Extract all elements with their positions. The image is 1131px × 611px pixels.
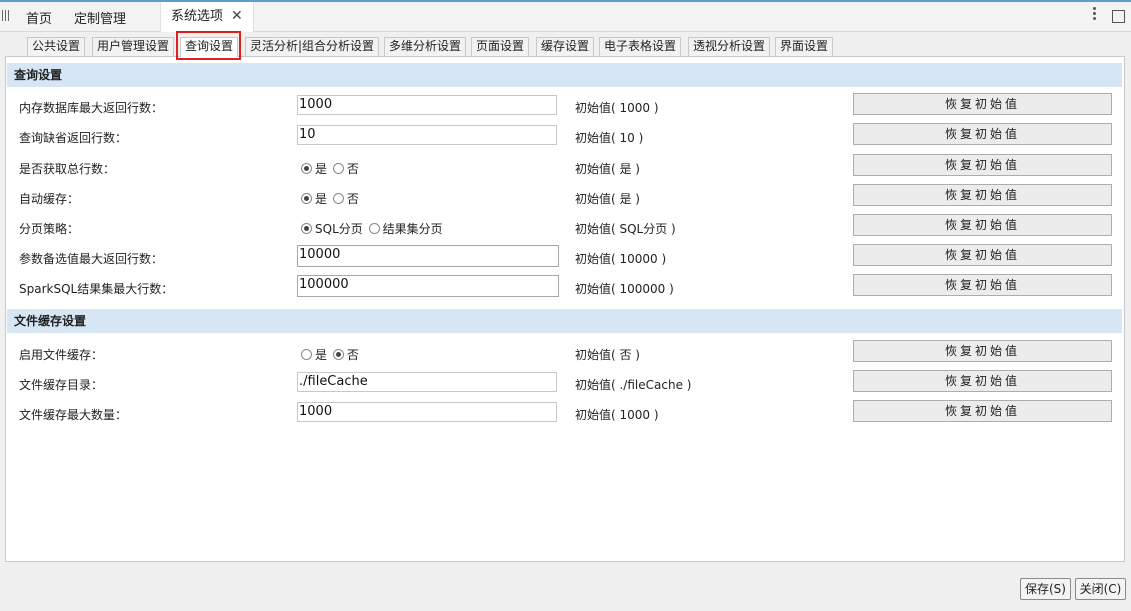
restore-default-button[interactable]: 恢复初始值	[853, 154, 1112, 176]
restore-default-button[interactable]: 恢复初始值	[853, 274, 1112, 296]
setting-label: 内存数据库最大返回行数：	[19, 101, 164, 115]
initial-value-text: 初始值( 1000 )	[575, 408, 659, 422]
restore-default-button[interactable]: 恢复初始值	[853, 123, 1112, 145]
radio-label: 结果集分页	[382, 222, 443, 236]
radio-no[interactable]	[332, 349, 344, 360]
radio-label: 是	[315, 162, 328, 176]
setting-row-memory-db-max-rows: 内存数据库最大返回行数： 1000 初始值( 1000 ) 恢复初始值	[0, 93, 1131, 119]
initial-value-text: 初始值( 100000 )	[575, 282, 674, 296]
radio-label: 是	[315, 192, 328, 206]
radio-label: 否	[346, 162, 359, 176]
radio-yes[interactable]	[301, 349, 312, 360]
initial-value-text: 初始值( 1000 )	[575, 101, 659, 115]
setting-row-get-total-rows: 是否获取总行数： 是 否 初始值( 是 ) 恢复初始值	[0, 154, 1131, 180]
radio-yes[interactable]	[301, 193, 312, 204]
setting-label: 参数备选值最大返回行数：	[19, 252, 164, 266]
sparksql-max-rows-input[interactable]: 100000	[297, 275, 559, 297]
setting-row-file-cache-dir: 文件缓存目录： ./fileCache 初始值( ./fileCache ) 恢…	[0, 370, 1131, 396]
setting-row-default-return-rows: 查询缺省返回行数： 10 初始值( 10 ) 恢复初始值	[0, 123, 1131, 149]
more-menu-icon[interactable]	[1093, 7, 1097, 23]
section-header-file-cache: 文件缓存设置	[7, 309, 1122, 333]
auto-cache-radio-group: 是 否	[301, 190, 361, 207]
radio-label: 否	[346, 192, 359, 206]
setting-row-paging-strategy: 分页策略： SQL分页 结果集分页 初始值( SQL分页 ) 恢复初始值	[0, 214, 1131, 240]
restore-default-button[interactable]: 恢复初始值	[853, 370, 1112, 392]
top-tab-bar: 首页 定制管理 系统选项 ✕	[0, 0, 1131, 32]
subtab-multidim-analysis[interactable]: 多维分析设置	[384, 37, 467, 56]
enable-file-cache-radio-group: 是 否	[301, 346, 361, 363]
section-header-query: 查询设置	[7, 63, 1122, 87]
tab-system-options[interactable]: 系统选项 ✕	[160, 2, 254, 32]
restore-default-button[interactable]: 恢复初始值	[853, 214, 1112, 236]
restore-default-button[interactable]: 恢复初始值	[853, 340, 1112, 362]
setting-label: 分页策略：	[19, 222, 80, 236]
setting-row-auto-cache: 自动缓存： 是 否 初始值( 是 ) 恢复初始值	[0, 184, 1131, 210]
setting-label: 文件缓存目录：	[19, 378, 104, 392]
tab-home[interactable]: 首页	[26, 8, 52, 27]
file-cache-max-count-input[interactable]: 1000	[297, 402, 557, 422]
get-total-rows-radio-group: 是 否	[301, 160, 361, 177]
setting-label: 是否获取总行数：	[19, 162, 116, 176]
initial-value-text: 初始值( 10 )	[575, 131, 644, 145]
radio-no[interactable]	[332, 193, 344, 204]
radio-yes[interactable]	[301, 163, 312, 174]
default-return-rows-input[interactable]: 10	[297, 125, 557, 145]
setting-label: 启用文件缓存：	[19, 348, 104, 362]
initial-value-text: 初始值( SQL分页 )	[575, 222, 676, 236]
setting-label: 自动缓存：	[19, 192, 80, 206]
save-button[interactable]: 保存(S)	[1020, 578, 1071, 600]
restore-default-button[interactable]: 恢复初始值	[853, 400, 1112, 422]
setting-label: 文件缓存最大数量：	[19, 408, 128, 422]
subtab-cache[interactable]: 缓存设置	[536, 37, 595, 56]
initial-value-text: 初始值( 是 )	[575, 192, 640, 206]
radio-no[interactable]	[332, 163, 344, 174]
tab-custom-management[interactable]: 定制管理	[74, 8, 126, 27]
restore-default-button[interactable]: 恢复初始值	[853, 93, 1112, 115]
restore-default-button[interactable]: 恢复初始值	[853, 244, 1112, 266]
subtab-pivot-analysis[interactable]: 透视分析设置	[688, 37, 771, 56]
radio-label: 是	[315, 348, 328, 362]
subtab-interface[interactable]: 界面设置	[775, 37, 834, 56]
subtab-common[interactable]: 公共设置	[27, 37, 86, 56]
close-icon[interactable]: ✕	[231, 8, 243, 24]
setting-row-enable-file-cache: 启用文件缓存： 是 否 初始值( 否 ) 恢复初始值	[0, 340, 1131, 366]
setting-row-file-cache-max-count: 文件缓存最大数量： 1000 初始值( 1000 ) 恢复初始值	[0, 400, 1131, 426]
restore-default-button[interactable]: 恢复初始值	[853, 184, 1112, 206]
initial-value-text: 初始值( 是 )	[575, 162, 640, 176]
radio-label: 否	[346, 348, 359, 362]
close-button[interactable]: 关闭(C)	[1075, 578, 1126, 600]
subtab-flexible-analysis[interactable]: 灵活分析|组合分析设置	[245, 37, 380, 56]
subtab-spreadsheet[interactable]: 电子表格设置	[599, 37, 682, 56]
radio-resultset-paging[interactable]	[368, 223, 380, 234]
param-max-rows-input[interactable]: 10000	[297, 245, 559, 267]
footer-bar	[0, 566, 1131, 611]
subtab-user-management[interactable]: 用户管理设置	[92, 37, 175, 56]
setting-label: 查询缺省返回行数：	[19, 131, 128, 145]
setting-row-param-max-rows: 参数备选值最大返回行数： 10000 初始值( 10000 ) 恢复初始值	[0, 244, 1131, 269]
tab-system-options-label: 系统选项	[171, 9, 224, 24]
highlight-box	[176, 31, 241, 60]
setting-label: SparkSQL结果集最大行数：	[19, 282, 174, 296]
initial-value-text: 初始值( ./fileCache )	[575, 378, 692, 392]
subtab-page[interactable]: 页面设置	[471, 37, 530, 56]
paging-strategy-radio-group: SQL分页 结果集分页	[301, 220, 445, 237]
maximize-icon[interactable]	[1112, 10, 1125, 23]
initial-value-text: 初始值( 10000 )	[575, 252, 667, 266]
memory-db-max-rows-input[interactable]: 1000	[297, 95, 557, 115]
initial-value-text: 初始值( 否 )	[575, 348, 640, 362]
file-cache-dir-input[interactable]: ./fileCache	[297, 372, 557, 392]
radio-sql-paging[interactable]	[301, 223, 312, 234]
grip-icon[interactable]	[2, 10, 12, 22]
setting-row-sparksql-max-rows: SparkSQL结果集最大行数： 100000 初始值( 100000 ) 恢复…	[0, 274, 1131, 299]
radio-label: SQL分页	[315, 222, 363, 236]
